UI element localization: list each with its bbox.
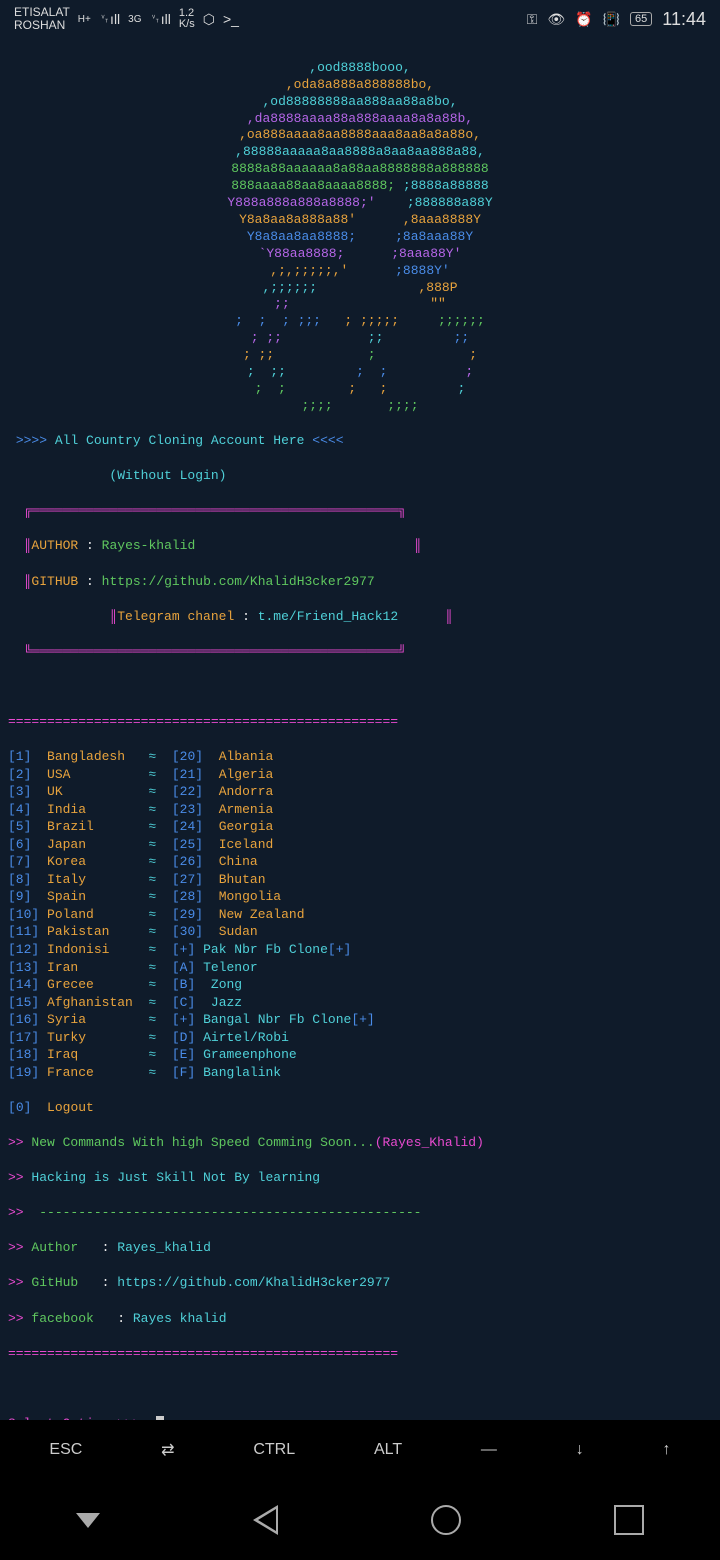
down-key[interactable]: ↓ xyxy=(576,1441,584,1459)
menu-row[interactable]: [14] Grecee ≈ [B] Zong xyxy=(8,976,712,994)
up-key[interactable]: ↑ xyxy=(663,1441,671,1459)
terminal-key-row: ESC ⇄ CTRL ALT — ↓ ↑ xyxy=(0,1420,720,1480)
speed-unit: K/s xyxy=(179,19,195,30)
tab-key[interactable]: ⇄ xyxy=(161,1440,174,1460)
divider-bottom: ========================================… xyxy=(8,1345,712,1363)
signal-2-icon: 3G xyxy=(128,14,141,25)
footer-github: >> GitHub : https://github.com/KhalidH3c… xyxy=(8,1274,712,1292)
title-suffix: <<<< xyxy=(312,433,343,448)
signal-bars-2-icon: ␋ıll xyxy=(150,11,171,28)
clock: 11:44 xyxy=(662,9,706,30)
footer-fb: >> facebook : Rayes khalid xyxy=(8,1310,712,1328)
footer-line2: >> Hacking is Just Skill Not By learning xyxy=(8,1169,712,1187)
terminal-prompt-icon: >_ xyxy=(223,11,239,27)
android-nav-bar xyxy=(0,1480,720,1560)
net-speed: 1.2 K/s xyxy=(179,8,195,30)
telegram-row: ║Telegram chanel : t.me/Friend_Hack12 ║ xyxy=(8,608,712,626)
dash-key[interactable]: — xyxy=(481,1441,497,1459)
menu-row[interactable]: [11] Pakistan ≈ [30] Sudan xyxy=(8,923,712,941)
menu-row[interactable]: [7] Korea ≈ [26] China xyxy=(8,853,712,871)
alt-key[interactable]: ALT xyxy=(374,1441,402,1459)
menu-row[interactable]: [8] Italy ≈ [27] Bhutan xyxy=(8,871,712,889)
status-bar: ETISALAT ROSHAN H+ ␋ıll 3G ␋ıll 1.2 K/s … xyxy=(0,0,720,38)
menu-row[interactable]: [2] USA ≈ [21] Algeria xyxy=(8,766,712,784)
menu-row[interactable]: [12] Indonisi ≈ [+] Pak Nbr Fb Clone[+] xyxy=(8,941,712,959)
box-top: ╔═══════════════════════════════════════… xyxy=(8,502,712,520)
country-menu: [1] Bangladesh ≈ [20] Albania[2] USA ≈ [… xyxy=(8,748,712,1081)
banner-title-row: >>>> All Country Cloning Account Here <<… xyxy=(8,432,712,450)
key-icon: ⚿ xyxy=(527,11,538,28)
status-left: ETISALAT ROSHAN H+ ␋ıll 3G ␋ıll 1.2 K/s … xyxy=(14,6,239,32)
banner-subtitle: (Without Login) xyxy=(8,467,712,485)
menu-row[interactable]: [3] UK ≈ [22] Andorra xyxy=(8,783,712,801)
footer-dashes: >> -------------------------------------… xyxy=(8,1204,712,1222)
back-button[interactable] xyxy=(253,1505,278,1535)
menu-row[interactable]: [18] Iraq ≈ [E] Grameenphone xyxy=(8,1046,712,1064)
alarm-icon: ⏰ xyxy=(575,11,592,28)
menu-row[interactable]: [5] Brazil ≈ [24] Georgia xyxy=(8,818,712,836)
battery-icon: 65 xyxy=(630,12,652,26)
vibrate-icon: 📳 xyxy=(603,11,620,28)
menu-row[interactable]: [10] Poland ≈ [29] New Zealand xyxy=(8,906,712,924)
menu-row[interactable]: [16] Syria ≈ [+] Bangal Nbr Fb Clone[+] xyxy=(8,1011,712,1029)
menu-row[interactable]: [17] Turky ≈ [D] Airtel/Robi xyxy=(8,1029,712,1047)
menu-row[interactable]: [4] India ≈ [23] Armenia xyxy=(8,801,712,819)
keyboard-hide-icon[interactable] xyxy=(76,1513,100,1528)
github-row: ║GITHUB : https://github.com/KhalidH3cke… xyxy=(8,573,712,591)
carrier-2: ROSHAN xyxy=(14,19,70,32)
menu-row[interactable]: [13] Iran ≈ [A] Telenor xyxy=(8,959,712,977)
menu-row[interactable]: [9] Spain ≈ [28] Mongolia xyxy=(8,888,712,906)
ctrl-key[interactable]: CTRL xyxy=(253,1441,295,1459)
author-row: ║AUTHOR : Rayes-khalid ║ xyxy=(8,537,712,555)
divider-top: ========================================… xyxy=(8,713,712,731)
eye-icon: 👁 xyxy=(547,11,565,28)
signal-1-icon: H+ xyxy=(78,14,91,25)
footer-line1: >> New Commands With high Speed Comming … xyxy=(8,1134,712,1152)
menu-row[interactable]: [1] Bangladesh ≈ [20] Albania xyxy=(8,748,712,766)
terminal-output[interactable]: ,ood8888booo, ,oda8a888a888888bo, ,od888… xyxy=(0,38,720,1454)
box-bottom: ╚═══════════════════════════════════════… xyxy=(8,643,712,661)
logout-row[interactable]: [0] Logout xyxy=(8,1099,712,1117)
footer-author: >> Author : Rayes_khalid xyxy=(8,1239,712,1257)
title-prefix: >>>> xyxy=(16,433,47,448)
menu-row[interactable]: [6] Japan ≈ [25] Iceland xyxy=(8,836,712,854)
menu-row[interactable]: [19] France ≈ [F] Banglalink xyxy=(8,1064,712,1082)
esc-key[interactable]: ESC xyxy=(49,1441,82,1459)
menu-row[interactable]: [15] Afghanistan ≈ [C] Jazz xyxy=(8,994,712,1012)
ascii-art-skull: ,ood8888booo, ,oda8a888a888888bo, ,od888… xyxy=(8,60,712,415)
shield-icon: ⬡ xyxy=(203,11,215,28)
recent-apps-button[interactable] xyxy=(614,1505,644,1535)
carrier-names: ETISALAT ROSHAN xyxy=(14,6,70,32)
banner-title: All Country Cloning Account Here xyxy=(55,433,305,448)
home-button[interactable] xyxy=(431,1505,461,1535)
signal-bars-1-icon: ␋ıll xyxy=(99,11,120,28)
status-right: ⚿ 👁 ⏰ 📳 65 11:44 xyxy=(527,9,706,30)
